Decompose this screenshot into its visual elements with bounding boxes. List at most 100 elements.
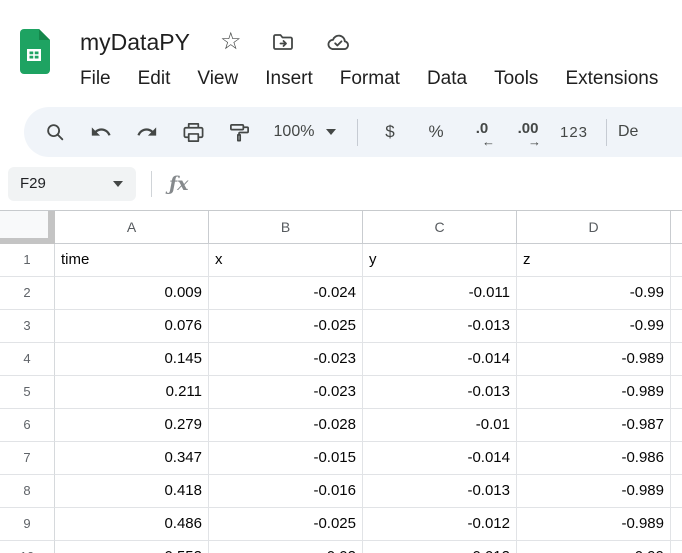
column-header-D[interactable]: D [517,211,671,244]
cell-C5[interactable]: -0.013 [363,376,517,409]
menu-item-tools[interactable]: Tools [494,68,538,90]
table-row: 1timexyz [0,244,682,277]
cell-C8[interactable]: -0.013 [363,475,517,508]
cell-B5[interactable]: -0.023 [209,376,363,409]
row-number-8[interactable]: 8 [0,475,55,508]
number-format-button[interactable]: 123 [551,111,597,153]
cell-B6[interactable]: -0.028 [209,409,363,442]
print-icon [182,121,205,144]
cell-C3[interactable]: -0.013 [363,310,517,343]
sheets-logo-icon[interactable] [18,29,50,101]
cell-A7[interactable]: 0.347 [55,442,209,475]
column-header-A[interactable]: A [55,211,209,244]
cell-A4[interactable]: 0.145 [55,343,209,376]
menu-item-insert[interactable]: Insert [265,68,313,90]
cell-D8[interactable]: -0.989 [517,475,671,508]
table-row: 60.279-0.028-0.01-0.987 [0,409,682,442]
row-number-2[interactable]: 2 [0,277,55,310]
paint-format-button[interactable] [216,111,262,153]
toolbar-divider [606,119,607,146]
cell-D10[interactable]: -0.99 [517,541,671,553]
row-number-6[interactable]: 6 [0,409,55,442]
row-number-4[interactable]: 4 [0,343,55,376]
increase-decimal-button[interactable]: .00 → [505,111,551,153]
row-sliver [671,343,682,376]
menu-item-data[interactable]: Data [427,68,467,90]
name-box[interactable]: F29 [8,167,136,201]
menu-item-format[interactable]: Format [340,68,400,90]
cell-B3[interactable]: -0.025 [209,310,363,343]
cell-D2[interactable]: -0.99 [517,277,671,310]
cell-B10[interactable]: -0.02 [209,541,363,553]
document-title[interactable]: myDataPY [80,29,190,56]
decrease-decimal-button[interactable]: .0 ← [459,111,505,153]
format-percent-button[interactable]: % [413,111,459,153]
font-selector[interactable]: De [616,111,638,153]
cell-A10[interactable]: 0.552 [55,541,209,553]
zoom-value: 100% [274,123,315,141]
row-sliver [671,442,682,475]
column-header-row: ABCD [0,211,682,244]
menu-item-file[interactable]: File [80,68,111,90]
menu-item-edit[interactable]: Edit [138,68,171,90]
select-all-corner[interactable] [0,211,55,244]
move-to-folder-icon[interactable] [271,30,295,54]
cell-D7[interactable]: -0.986 [517,442,671,475]
row-number-1[interactable]: 1 [0,244,55,277]
cell-B4[interactable]: -0.023 [209,343,363,376]
column-header-C[interactable]: C [363,211,517,244]
arrow-right-icon: → [528,134,541,149]
menu-item-extensions[interactable]: Extensions [565,68,658,90]
cell-D3[interactable]: -0.99 [517,310,671,343]
cell-C1[interactable]: y [363,244,517,277]
cell-C10[interactable]: -0.012 [363,541,517,553]
cell-C2[interactable]: -0.011 [363,277,517,310]
row-number-10[interactable]: 10 [0,541,55,553]
column-header-sliver [671,211,682,244]
table-row: 50.211-0.023-0.013-0.989 [0,376,682,409]
cell-A6[interactable]: 0.279 [55,409,209,442]
cell-B8[interactable]: -0.016 [209,475,363,508]
undo-button[interactable] [78,111,124,153]
cell-B9[interactable]: -0.025 [209,508,363,541]
cell-B1[interactable]: x [209,244,363,277]
cell-A1[interactable]: time [55,244,209,277]
cell-A2[interactable]: 0.009 [55,277,209,310]
cell-A5[interactable]: 0.211 [55,376,209,409]
print-button[interactable] [170,111,216,153]
row-number-5[interactable]: 5 [0,376,55,409]
cell-D9[interactable]: -0.989 [517,508,671,541]
cloud-saved-icon[interactable] [325,29,351,55]
row-number-3[interactable]: 3 [0,310,55,343]
row-sliver [671,541,682,553]
cell-A3[interactable]: 0.076 [55,310,209,343]
row-sliver [671,277,682,310]
row-number-7[interactable]: 7 [0,442,55,475]
redo-button[interactable] [124,111,170,153]
zoom-selector[interactable]: 100% [262,111,348,153]
cell-D1[interactable]: z [517,244,671,277]
search-button[interactable] [32,111,78,153]
cell-C6[interactable]: -0.01 [363,409,517,442]
cell-A8[interactable]: 0.418 [55,475,209,508]
cell-C7[interactable]: -0.014 [363,442,517,475]
cell-A9[interactable]: 0.486 [55,508,209,541]
table-row: 90.486-0.025-0.012-0.989 [0,508,682,541]
cell-C9[interactable]: -0.012 [363,508,517,541]
row-number-9[interactable]: 9 [0,508,55,541]
format-currency-button[interactable]: $ [367,111,413,153]
cell-D5[interactable]: -0.989 [517,376,671,409]
cell-C4[interactable]: -0.014 [363,343,517,376]
cell-B7[interactable]: -0.015 [209,442,363,475]
cell-D4[interactable]: -0.989 [517,343,671,376]
star-icon[interactable]: ☆ [220,30,242,54]
formula-bar-divider [151,171,152,197]
chevron-down-icon [113,181,123,187]
cell-B2[interactable]: -0.024 [209,277,363,310]
title-row: myDataPY ☆ [80,24,658,60]
fx-icon: ƒx [169,173,189,195]
menu-item-view[interactable]: View [197,68,238,90]
search-icon [44,121,66,143]
cell-D6[interactable]: -0.987 [517,409,671,442]
column-header-B[interactable]: B [209,211,363,244]
